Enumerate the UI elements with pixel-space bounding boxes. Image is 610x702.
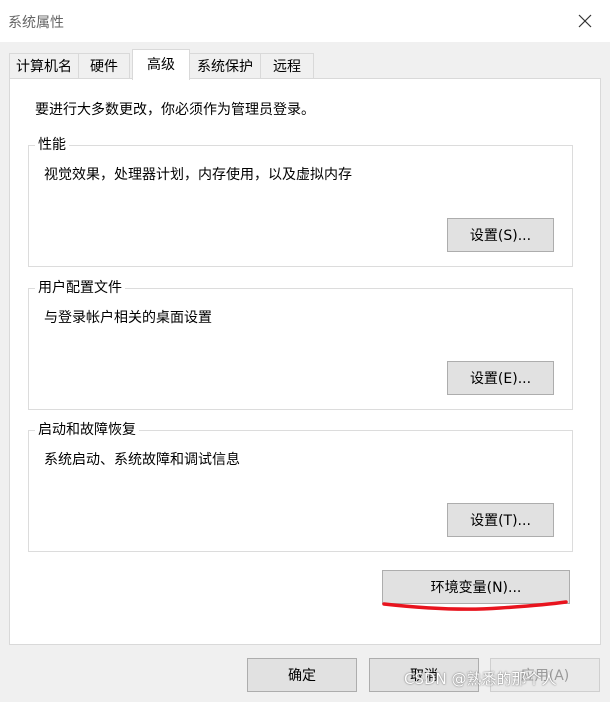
user-profiles-group: 用户配置文件 与登录帐户相关的桌面设置 设置(E)... bbox=[28, 278, 573, 410]
tab-label: 系统保护 bbox=[197, 59, 253, 75]
tab-remote[interactable]: 远程 bbox=[260, 53, 314, 78]
tab-advanced[interactable]: 高级 bbox=[132, 49, 190, 80]
tab-hardware[interactable]: 硬件 bbox=[78, 53, 130, 78]
performance-group: 性能 视觉效果，处理器计划，内存使用，以及虚拟内存 设置(S)... bbox=[28, 135, 573, 267]
csdn-watermark: CSDN @熟悉的那个人 bbox=[404, 670, 557, 688]
tab-computer-name[interactable]: 计算机名 bbox=[9, 53, 79, 78]
advanced-panel: 要进行大多数更改，你必须作为管理员登录。 性能 视觉效果，处理器计划，内存使用，… bbox=[9, 78, 601, 645]
startup-recovery-group: 启动和故障恢复 系统启动、系统故障和调试信息 设置(T)... bbox=[28, 420, 573, 552]
close-icon bbox=[578, 14, 592, 28]
window-title: 系统属性 bbox=[8, 15, 64, 31]
title-bar: 系统属性 bbox=[0, 0, 610, 42]
close-button[interactable] bbox=[574, 10, 596, 32]
admin-notice: 要进行大多数更改，你必须作为管理员登录。 bbox=[35, 102, 315, 118]
performance-title: 性能 bbox=[35, 135, 69, 155]
tab-label: 计算机名 bbox=[16, 59, 72, 75]
startup-recovery-settings-button[interactable]: 设置(T)... bbox=[447, 503, 554, 537]
user-profiles-title: 用户配置文件 bbox=[35, 278, 125, 298]
red-underline-annotation bbox=[382, 600, 568, 611]
tab-system-protection[interactable]: 系统保护 bbox=[189, 53, 261, 78]
tab-bar: 计算机名 硬件 高级 系统保护 远程 bbox=[9, 49, 601, 80]
tab-label: 高级 bbox=[147, 57, 175, 73]
startup-recovery-title: 启动和故障恢复 bbox=[35, 420, 139, 440]
ok-button[interactable]: 确定 bbox=[247, 658, 357, 692]
user-profiles-desc: 与登录帐户相关的桌面设置 bbox=[44, 310, 212, 326]
performance-settings-button[interactable]: 设置(S)... bbox=[447, 218, 554, 252]
tab-label: 远程 bbox=[273, 59, 301, 75]
tab-label: 硬件 bbox=[90, 59, 118, 75]
performance-desc: 视觉效果，处理器计划，内存使用，以及虚拟内存 bbox=[44, 167, 352, 183]
startup-recovery-desc: 系统启动、系统故障和调试信息 bbox=[44, 452, 240, 468]
user-profiles-settings-button[interactable]: 设置(E)... bbox=[447, 361, 554, 395]
